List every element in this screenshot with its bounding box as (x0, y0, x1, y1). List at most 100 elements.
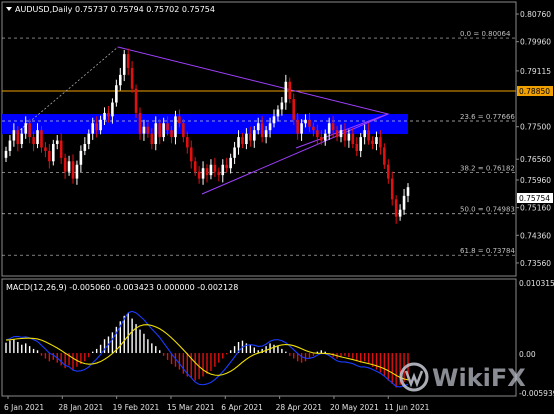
candle-body (316, 130, 319, 138)
candle-body (20, 133, 24, 145)
candle-body (327, 123, 331, 134)
candle-body (189, 147, 193, 162)
watermark-text: WikiFX (432, 364, 526, 392)
candle-body (146, 126, 150, 134)
candle-body (103, 112, 106, 120)
trading-chart[interactable]: AUDUSD,Daily 0.75737 0.75794 0.75702 0.7… (0, 0, 554, 414)
candle-body (63, 157, 67, 172)
price-tick-label: 0.79960 (520, 38, 551, 47)
macd-title: MACD(12,26,9) -0.005060 -0.003423 0.0000… (6, 283, 238, 292)
candle-body (55, 140, 59, 145)
candle-body (209, 164, 213, 176)
candle-body (319, 137, 323, 141)
candle-body (272, 116, 276, 124)
candle-body (166, 123, 169, 131)
candle-body (201, 168, 205, 179)
candle-body (107, 112, 110, 117)
candle-body (304, 119, 307, 124)
candle-body (40, 130, 43, 148)
candle-body (390, 178, 394, 200)
candle-body (67, 161, 71, 172)
candle-body (44, 147, 47, 151)
candle-body (59, 140, 63, 158)
candle-body (162, 123, 165, 138)
fib-level-label: 38.2 = 0.76182 (460, 164, 515, 172)
candle-body (229, 157, 232, 169)
candle-body (95, 123, 98, 131)
candle-body (375, 137, 378, 145)
candle-body (394, 199, 398, 217)
time-axis-label: 6 Jan 2021 (4, 403, 44, 412)
candle-body (292, 99, 296, 120)
candle-body (252, 130, 256, 141)
fib-level-label: 61.8 = 0.73784 (460, 247, 515, 255)
fib-level-label: 0.0 = 0.80064 (460, 30, 511, 38)
price-tick-label: 0.75960 (520, 176, 551, 185)
candle-body (51, 144, 55, 162)
candle-body (367, 130, 370, 141)
candle-body (138, 112, 142, 134)
candle-body (347, 133, 351, 141)
candle-body (115, 85, 118, 103)
candle-body (402, 195, 406, 210)
candle-body (359, 137, 363, 151)
price-tick-label: 0.76560 (520, 155, 551, 164)
candle-body (280, 102, 284, 110)
time-axis-label: 28 Apr 2021 (276, 403, 323, 412)
candle-body (79, 150, 83, 165)
price-tick-label: 0.73560 (520, 259, 551, 268)
price-tick-label: 0.77500 (520, 123, 551, 132)
candle-body (217, 171, 221, 176)
candle-body (83, 144, 87, 151)
candle-body (233, 147, 236, 158)
time-axis-label: 15 Mar 2021 (167, 403, 215, 412)
candle-body (111, 102, 114, 117)
macd-axis-zero: 0.00 (519, 350, 536, 359)
candle-body (249, 133, 252, 141)
candle-body (142, 126, 146, 134)
chart-header-ohlc: 0.75737 0.75794 0.75702 0.75754 (75, 5, 215, 14)
candle-body (355, 144, 359, 151)
candle-body (213, 164, 217, 172)
time-axis-label: 20 May 2021 (330, 403, 379, 412)
candle-body (296, 119, 299, 134)
supply-zone-rect[interactable] (2, 114, 408, 134)
candle-body (4, 150, 8, 158)
candle-body (300, 123, 303, 134)
price-tick-label: 0.74360 (520, 231, 551, 240)
candle-body (182, 123, 185, 138)
candle-body (221, 164, 225, 176)
candle-body (8, 140, 12, 151)
candle-body (331, 123, 335, 131)
price-tick-label: 0.79115 (520, 67, 551, 76)
candle-body (312, 126, 315, 131)
candle-body (260, 123, 264, 138)
time-axis-label: 19 Feb 2021 (113, 403, 160, 412)
candle-body (36, 130, 39, 145)
main-price-panel[interactable] (1, 1, 517, 277)
candle-body (288, 81, 292, 100)
candle-body (170, 130, 173, 138)
candle-body (122, 54, 126, 75)
candle-body (245, 133, 248, 145)
candle-body (343, 130, 347, 141)
price-tick-label: 0.75160 (520, 204, 551, 213)
candle-body (48, 150, 51, 162)
candle-body (323, 133, 327, 141)
candle-body (178, 116, 181, 124)
candle-body (276, 109, 280, 117)
candle-body (339, 130, 343, 138)
candle-body (237, 137, 240, 148)
candle-body (185, 137, 189, 148)
candle-body (158, 123, 162, 138)
time-axis-label: 28 Jan 2021 (58, 403, 103, 412)
candle-body (99, 119, 102, 131)
candle-body (363, 130, 366, 138)
candle-body (379, 137, 382, 148)
candle-body (256, 123, 260, 131)
current-price-tag-text: 0.75754 (519, 194, 550, 203)
candle-body (386, 164, 390, 179)
candle-body (241, 137, 244, 145)
candle-body (24, 123, 28, 134)
candle-body (284, 81, 288, 103)
